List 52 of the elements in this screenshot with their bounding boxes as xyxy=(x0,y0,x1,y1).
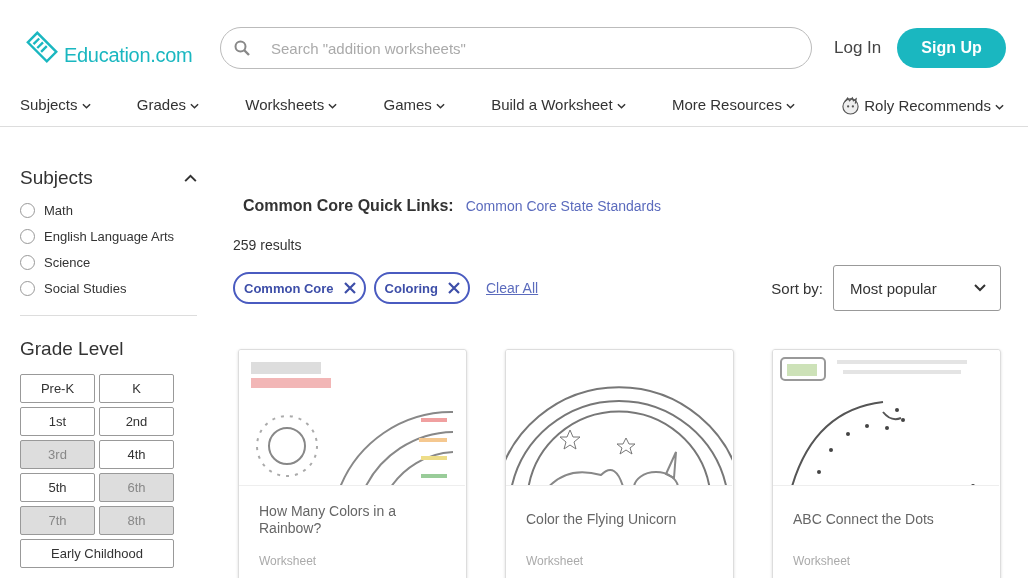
results-count: 259 results xyxy=(233,237,303,253)
nav-menu-item[interactable]: Subjects xyxy=(20,96,91,113)
grade-button[interactable]: 1st xyxy=(20,407,95,436)
nav-menu-item[interactable]: Grades xyxy=(136,96,200,113)
radio-label[interactable]: Social Studies xyxy=(44,280,127,296)
card-type: Worksheet xyxy=(792,554,852,568)
section-title: Grade Level xyxy=(20,338,124,359)
sort-dropdown[interactable]: Most popular xyxy=(833,265,1001,311)
sort-label: Sort by: xyxy=(771,279,823,297)
card-type: Worksheet xyxy=(258,554,318,568)
chevron-down-icon xyxy=(785,103,795,109)
filter-chip[interactable]: Common Core xyxy=(233,272,366,304)
card-title[interactable]: How Many Colors in a Rainbow? xyxy=(259,502,446,538)
worksheet-card[interactable]: How Many Colors in a Rainbow? Worksheet xyxy=(238,349,467,578)
chevron-down-icon xyxy=(190,103,200,109)
chevron-down-icon xyxy=(616,103,626,109)
nav-menu-item[interactable]: Roly Recommends xyxy=(841,96,1004,115)
filter-chip[interactable]: Coloring xyxy=(373,272,470,304)
search-icon xyxy=(234,40,250,56)
login-link[interactable]: Log In xyxy=(834,38,882,58)
radio-label[interactable]: Science xyxy=(44,254,91,270)
grade-button[interactable]: Early Childhood xyxy=(20,539,174,568)
nav-menu-item[interactable]: More Resources xyxy=(671,96,795,113)
grade-button[interactable]: K xyxy=(99,374,174,403)
chevron-down-icon xyxy=(81,103,91,109)
radio-label[interactable]: Math xyxy=(44,202,73,218)
clear-all-link[interactable]: Clear All xyxy=(486,280,539,296)
nav-menu-item[interactable]: Games xyxy=(383,96,445,113)
chevron-down-icon xyxy=(328,103,338,109)
card-title[interactable]: Color the Flying Unicorn xyxy=(526,511,713,529)
quick-links-label: Common Core Quick Links: xyxy=(243,197,454,215)
chevron-up-icon[interactable] xyxy=(184,174,197,182)
mascot-icon xyxy=(841,96,861,115)
close-icon xyxy=(343,282,356,294)
chevron-down-icon xyxy=(994,104,1004,110)
section-title: Subjects xyxy=(20,167,93,189)
grade-button[interactable]: 2nd xyxy=(99,407,174,436)
chevron-down-icon xyxy=(435,103,445,109)
grade-button[interactable]: 5th xyxy=(20,473,95,502)
nav-menu-item[interactable]: Worksheets xyxy=(245,96,338,113)
nav-menu-item[interactable]: Build a Worksheet xyxy=(491,96,626,113)
close-icon xyxy=(448,282,460,294)
grade-button[interactable]: 4th xyxy=(99,440,174,469)
search-field[interactable]: Search "addition worksheets" xyxy=(220,27,812,69)
grade-button[interactable]: Pre-K xyxy=(20,374,95,403)
chevron-down-icon xyxy=(974,284,986,292)
standards-link[interactable]: Common Core State Standards xyxy=(465,198,662,214)
radio-label[interactable]: English Language Arts xyxy=(44,228,175,244)
worksheet-card[interactable]: Color the Flying Unicorn Worksheet xyxy=(505,349,734,578)
worksheet-card[interactable]: ABC Connect the Dots Worksheet xyxy=(772,349,1001,578)
card-type: Worksheet xyxy=(525,554,585,568)
card-title[interactable]: ABC Connect the Dots xyxy=(793,511,980,529)
